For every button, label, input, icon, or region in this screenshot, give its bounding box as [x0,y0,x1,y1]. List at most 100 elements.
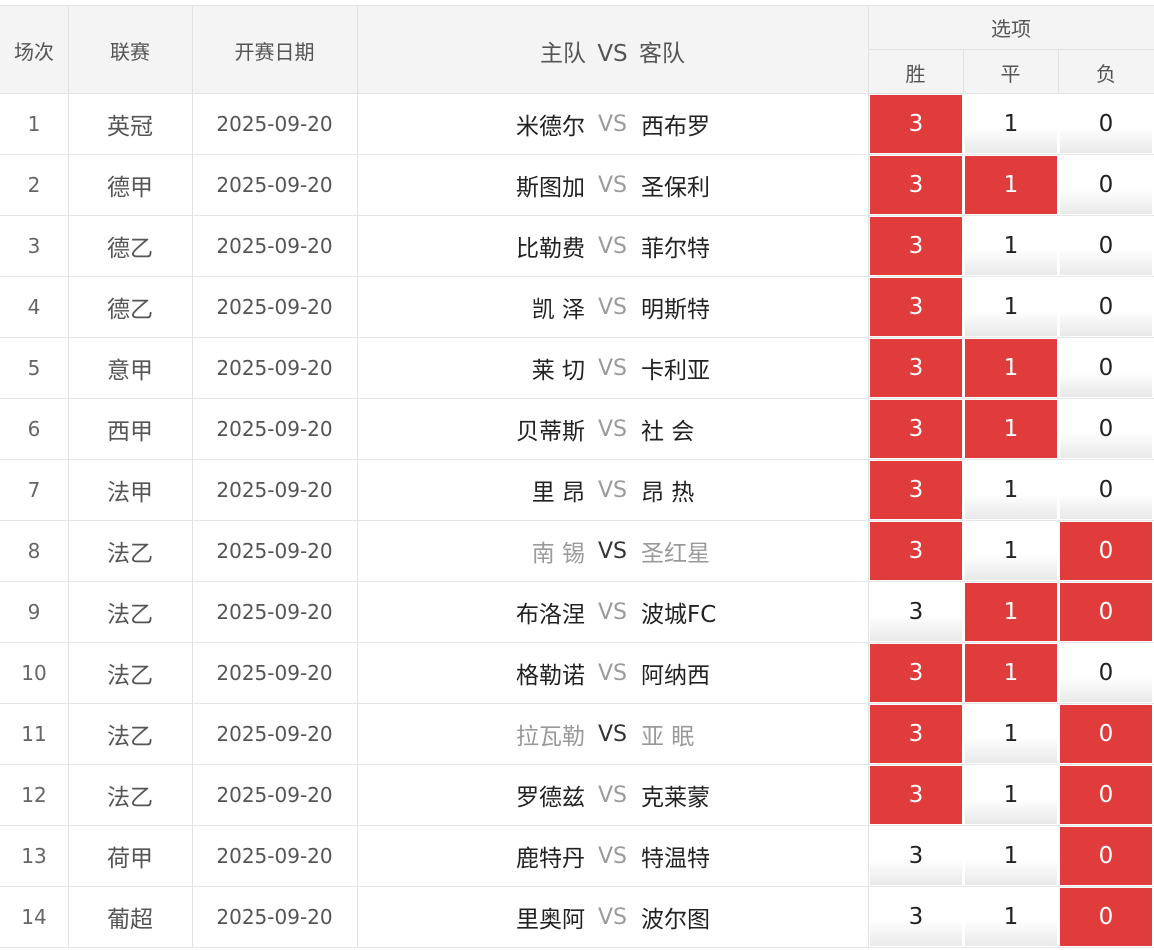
match-date: 2025-09-20 [216,478,333,502]
option-draw-button[interactable]: 1 [965,644,1057,702]
match-date: 2025-09-20 [216,905,333,929]
option-win-button[interactable]: 3 [870,888,962,946]
match-index: 14 [21,905,47,929]
option-draw-button[interactable]: 1 [965,339,1057,397]
vs-label: VS [598,599,628,625]
option-win-button[interactable]: 3 [870,95,962,153]
option-win-button[interactable]: 3 [870,400,962,458]
option-win-button[interactable]: 3 [870,583,962,641]
vs-label: VS [598,477,628,503]
vs-label: VS [598,538,628,564]
option-win-button[interactable]: 3 [870,827,962,885]
match-date: 2025-09-20 [216,356,333,380]
option-win-button[interactable]: 3 [870,705,962,763]
option-lose-button[interactable]: 0 [1060,644,1152,702]
league-name: 英冠 [107,114,153,140]
option-win-button[interactable]: 3 [870,644,962,702]
league-name: 西甲 [107,419,153,445]
header-league: 联赛 [110,40,150,64]
match-date: 2025-09-20 [216,539,333,563]
away-team: 特温特 [641,846,710,872]
away-team: 卡利亚 [641,358,710,384]
match-date: 2025-09-20 [216,112,333,136]
option-lose-button[interactable]: 0 [1060,888,1152,946]
league-name: 意甲 [107,358,153,384]
match-index: 7 [27,478,41,502]
table-row: 14 葡超 2025-09-20 里奥阿 VS 波尔图 3 1 0 [0,887,1154,948]
vs-label: VS [598,660,628,686]
option-lose-button[interactable]: 0 [1060,766,1152,824]
league-name: 法甲 [107,480,153,506]
header-draw: 平 [1000,61,1021,86]
table-row: 10 法乙 2025-09-20 格勒诺 VS 阿纳西 3 1 0 [0,643,1154,704]
option-lose-button[interactable]: 0 [1060,95,1152,153]
option-win-button[interactable]: 3 [870,217,962,275]
option-win-button[interactable]: 3 [870,278,962,336]
match-date: 2025-09-20 [216,295,333,319]
option-draw-button[interactable]: 1 [965,400,1057,458]
league-name: 德甲 [107,175,153,201]
home-team: 里奥阿 [516,907,585,933]
table-row: 12 法乙 2025-09-20 罗德兹 VS 克莱蒙 3 1 0 [0,765,1154,826]
option-draw-button[interactable]: 1 [965,95,1057,153]
match-index: 12 [21,783,47,807]
option-draw-button[interactable]: 1 [965,766,1057,824]
option-draw-button[interactable]: 1 [965,217,1057,275]
option-draw-button[interactable]: 1 [965,278,1057,336]
league-name: 法乙 [107,785,153,811]
match-index: 6 [27,417,41,441]
option-lose-button[interactable]: 0 [1060,461,1152,519]
option-win-button[interactable]: 3 [870,156,962,214]
option-win-button[interactable]: 3 [870,461,962,519]
option-lose-button[interactable]: 0 [1060,217,1152,275]
table-header: 场次 联赛 开赛日期 主队 VS 客队 选项 胜 平 负 [0,5,1154,94]
league-name: 葡超 [107,907,153,933]
header-index: 场次 [14,40,54,64]
header-options: 选项 [868,6,1154,50]
option-lose-button[interactable]: 0 [1060,583,1152,641]
vs-label: VS [598,355,628,381]
league-name: 法乙 [107,541,153,567]
league-name: 法乙 [107,602,153,628]
table-row: 4 德乙 2025-09-20 凯 泽 VS 明斯特 3 1 0 [0,277,1154,338]
vs-label: VS [598,233,628,259]
league-name: 荷甲 [107,846,153,872]
away-team: 菲尔特 [641,236,710,262]
option-draw-button[interactable]: 1 [965,583,1057,641]
away-team: 明斯特 [641,297,710,323]
option-lose-button[interactable]: 0 [1060,522,1152,580]
option-draw-button[interactable]: 1 [965,156,1057,214]
home-team: 贝蒂斯 [516,419,585,445]
table-row: 5 意甲 2025-09-20 莱 切 VS 卡利亚 3 1 0 [0,338,1154,399]
option-lose-button[interactable]: 0 [1060,339,1152,397]
option-win-button[interactable]: 3 [870,766,962,824]
option-lose-button[interactable]: 0 [1060,827,1152,885]
option-lose-button[interactable]: 0 [1060,705,1152,763]
match-date: 2025-09-20 [216,234,333,258]
option-draw-button[interactable]: 1 [965,522,1057,580]
header-date: 开赛日期 [234,40,315,64]
option-lose-button[interactable]: 0 [1060,156,1152,214]
option-draw-button[interactable]: 1 [965,705,1057,763]
table-row: 8 法乙 2025-09-20 南 锡 VS 圣红星 3 1 0 [0,521,1154,582]
option-draw-button[interactable]: 1 [965,827,1057,885]
option-draw-button[interactable]: 1 [965,461,1057,519]
option-win-button[interactable]: 3 [870,339,962,397]
away-team: 波尔图 [641,907,710,933]
match-date: 2025-09-20 [216,722,333,746]
away-team: 西布罗 [641,114,710,140]
match-index: 8 [27,539,41,563]
away-team: 阿纳西 [641,663,710,689]
league-name: 法乙 [107,663,153,689]
option-lose-button[interactable]: 0 [1060,400,1152,458]
option-lose-button[interactable]: 0 [1060,278,1152,336]
vs-label: VS [598,172,628,198]
option-win-button[interactable]: 3 [870,522,962,580]
vs-label: VS [598,416,628,442]
home-team: 米德尔 [516,114,585,140]
option-draw-button[interactable]: 1 [965,888,1057,946]
home-team: 里 昂 [531,480,585,506]
match-table: 场次 联赛 开赛日期 主队 VS 客队 选项 胜 平 负 1 英冠 2025-09-… [0,0,1154,950]
table-row: 11 法乙 2025-09-20 拉瓦勒 VS 亚 眠 310 [0,704,1154,765]
table-row: 13 荷甲 2025-09-20 鹿特丹 VS 特温特 3 1 0 [0,826,1154,887]
